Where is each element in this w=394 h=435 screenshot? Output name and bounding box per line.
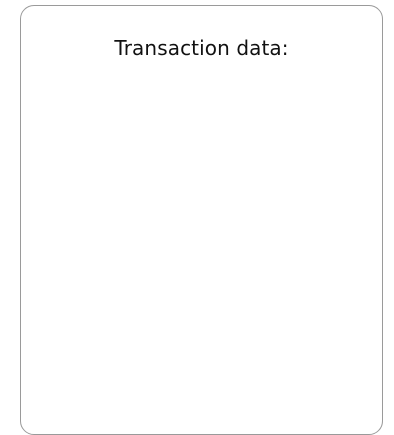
transaction-data-panel: Transaction data:	[20, 5, 383, 435]
transaction-data-area	[31, 76, 372, 424]
panel-title: Transaction data:	[114, 36, 289, 60]
